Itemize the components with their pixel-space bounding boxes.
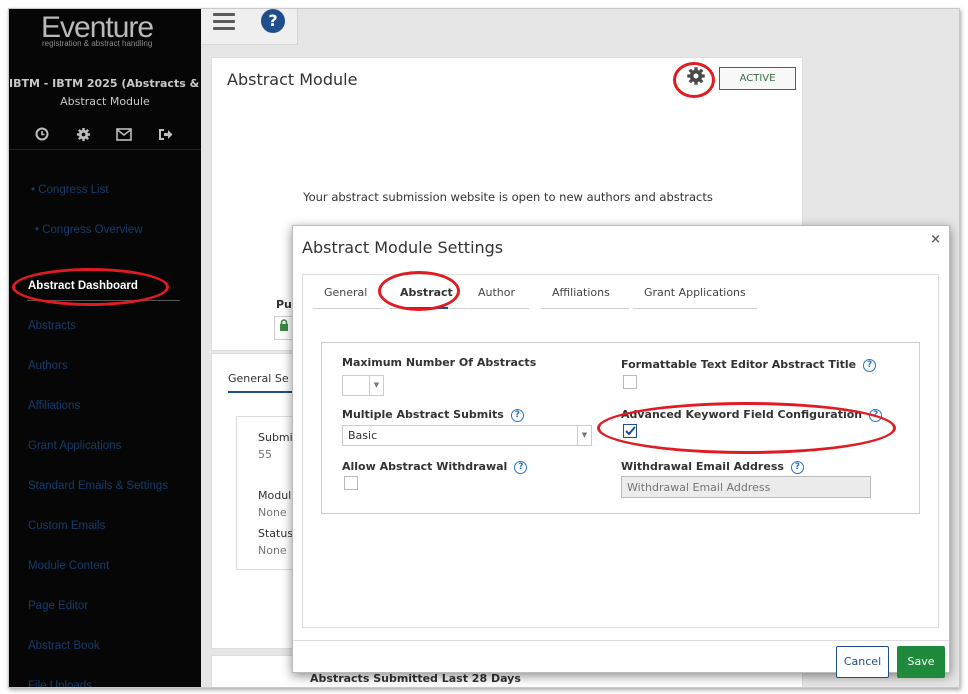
withdrawal-email-label: Withdrawal Email Address? bbox=[621, 460, 804, 474]
sidebar-item-congress-overview[interactable]: • Congress Overview bbox=[35, 224, 143, 236]
sidebar-item-abstracts[interactable]: Abstracts bbox=[28, 320, 76, 332]
cancel-button[interactable]: Cancel bbox=[836, 646, 889, 678]
help-icon[interactable]: ? bbox=[514, 461, 528, 474]
gear-icon[interactable] bbox=[74, 125, 92, 143]
multiple-submits-label: Multiple Abstract Submits? bbox=[342, 408, 524, 422]
tab-general-settings[interactable]: General Se bbox=[228, 372, 298, 393]
app-window: Eventure registration & abstract handlin… bbox=[8, 8, 960, 688]
save-button[interactable]: Save bbox=[897, 646, 945, 678]
sidebar-item-congress-list[interactable]: • Congress List bbox=[31, 184, 109, 196]
tab-grant-applications[interactable]: Grant Applications bbox=[633, 283, 757, 309]
page-title: Abstract Module bbox=[227, 70, 358, 89]
sidebar-item-abstract-book[interactable]: Abstract Book bbox=[28, 640, 100, 652]
sidebar-item-file-uploads[interactable]: File Uploads bbox=[28, 680, 92, 687]
max-abstracts-label: Maximum Number Of Abstracts bbox=[342, 356, 537, 369]
envelope-icon[interactable] bbox=[115, 125, 133, 143]
clock-icon[interactable] bbox=[33, 125, 51, 143]
formattable-title-label: Formattable Text Editor Abstract Title? bbox=[621, 358, 877, 372]
help-icon[interactable]: ? bbox=[261, 9, 285, 33]
status-badge[interactable]: ACTIVE bbox=[719, 67, 796, 90]
annotation-circle-dashboard bbox=[12, 268, 169, 306]
multiple-submits-select[interactable]: Basic ▼ bbox=[342, 425, 592, 446]
formattable-title-label-text: Formattable Text Editor Abstract Title bbox=[621, 358, 857, 371]
multiple-submits-value: Basic bbox=[348, 429, 378, 442]
chart-panel-title: Abstracts Submitted Last 28 Days bbox=[310, 672, 521, 685]
sidebar-item-page-editor[interactable]: Page Editor bbox=[28, 600, 88, 612]
withdrawal-email-input[interactable] bbox=[621, 476, 871, 498]
max-abstracts-select[interactable]: ▼ bbox=[342, 375, 384, 396]
annotation-circle-gear bbox=[673, 62, 715, 98]
modal-footer-divider bbox=[293, 640, 949, 641]
sidebar-item-custom-emails[interactable]: Custom Emails bbox=[28, 520, 105, 532]
tab-affiliations[interactable]: Affiliations bbox=[541, 283, 629, 309]
help-icon[interactable]: ? bbox=[510, 409, 524, 422]
sidebar-item-module-content[interactable]: Module Content bbox=[28, 560, 109, 572]
sidebar-item-standard-emails[interactable]: Standard Emails & Settings bbox=[28, 480, 168, 492]
sidebar: Eventure registration & abstract handlin… bbox=[9, 9, 201, 687]
open-status-text: Your abstract submission website is open… bbox=[303, 190, 713, 204]
allow-withdrawal-label: Allow Abstract Withdrawal? bbox=[342, 460, 528, 474]
sidebar-item-authors[interactable]: Authors bbox=[28, 360, 68, 372]
sidebar-item-affiliations[interactable]: Affiliations bbox=[28, 400, 80, 412]
chevron-down-icon: ▼ bbox=[369, 376, 383, 395]
help-icon[interactable]: ? bbox=[790, 461, 804, 474]
logo-tagline: registration & abstract handling bbox=[42, 39, 153, 48]
help-icon[interactable]: ? bbox=[863, 359, 877, 372]
tab-author[interactable]: Author bbox=[467, 283, 529, 309]
lock-icon[interactable] bbox=[274, 316, 294, 340]
signout-icon[interactable] bbox=[156, 125, 174, 143]
annotation-circle-abstract-tab bbox=[378, 271, 460, 311]
module-subtitle: Abstract Module bbox=[60, 95, 150, 108]
multiple-submits-label-text: Multiple Abstract Submits bbox=[342, 408, 504, 421]
status-label: Status bbox=[258, 527, 294, 540]
congress-title: IBTM - IBTM 2025 (Abstracts & Par... bbox=[9, 77, 201, 90]
top-toolbar: ? bbox=[201, 9, 298, 45]
chevron-down-icon: ▼ bbox=[577, 426, 591, 445]
sidebar-item-grant-applications[interactable]: Grant Applications bbox=[28, 440, 121, 452]
modal-body: General Abstract Author Affiliations Gra… bbox=[302, 274, 939, 628]
module-value: None bbox=[258, 506, 287, 519]
sidebar-icon-bar bbox=[33, 125, 174, 143]
close-icon[interactable]: × bbox=[930, 232, 941, 247]
allow-withdrawal-checkbox[interactable] bbox=[344, 476, 358, 490]
modal-title: Abstract Module Settings bbox=[302, 238, 504, 257]
allow-withdrawal-label-text: Allow Abstract Withdrawal bbox=[342, 460, 508, 473]
sidebar-divider bbox=[9, 149, 201, 150]
hamburger-menu-icon[interactable] bbox=[213, 13, 235, 31]
submitted-label: Submi bbox=[258, 431, 293, 444]
submitted-value: 55 bbox=[258, 448, 272, 461]
annotation-circle-advanced-keyword bbox=[597, 402, 896, 454]
module-label: Modul bbox=[258, 489, 292, 502]
withdrawal-email-label-text: Withdrawal Email Address bbox=[621, 460, 784, 473]
formattable-title-checkbox[interactable] bbox=[623, 375, 637, 389]
status-value: None bbox=[258, 544, 287, 557]
tab-general[interactable]: General bbox=[313, 283, 383, 309]
